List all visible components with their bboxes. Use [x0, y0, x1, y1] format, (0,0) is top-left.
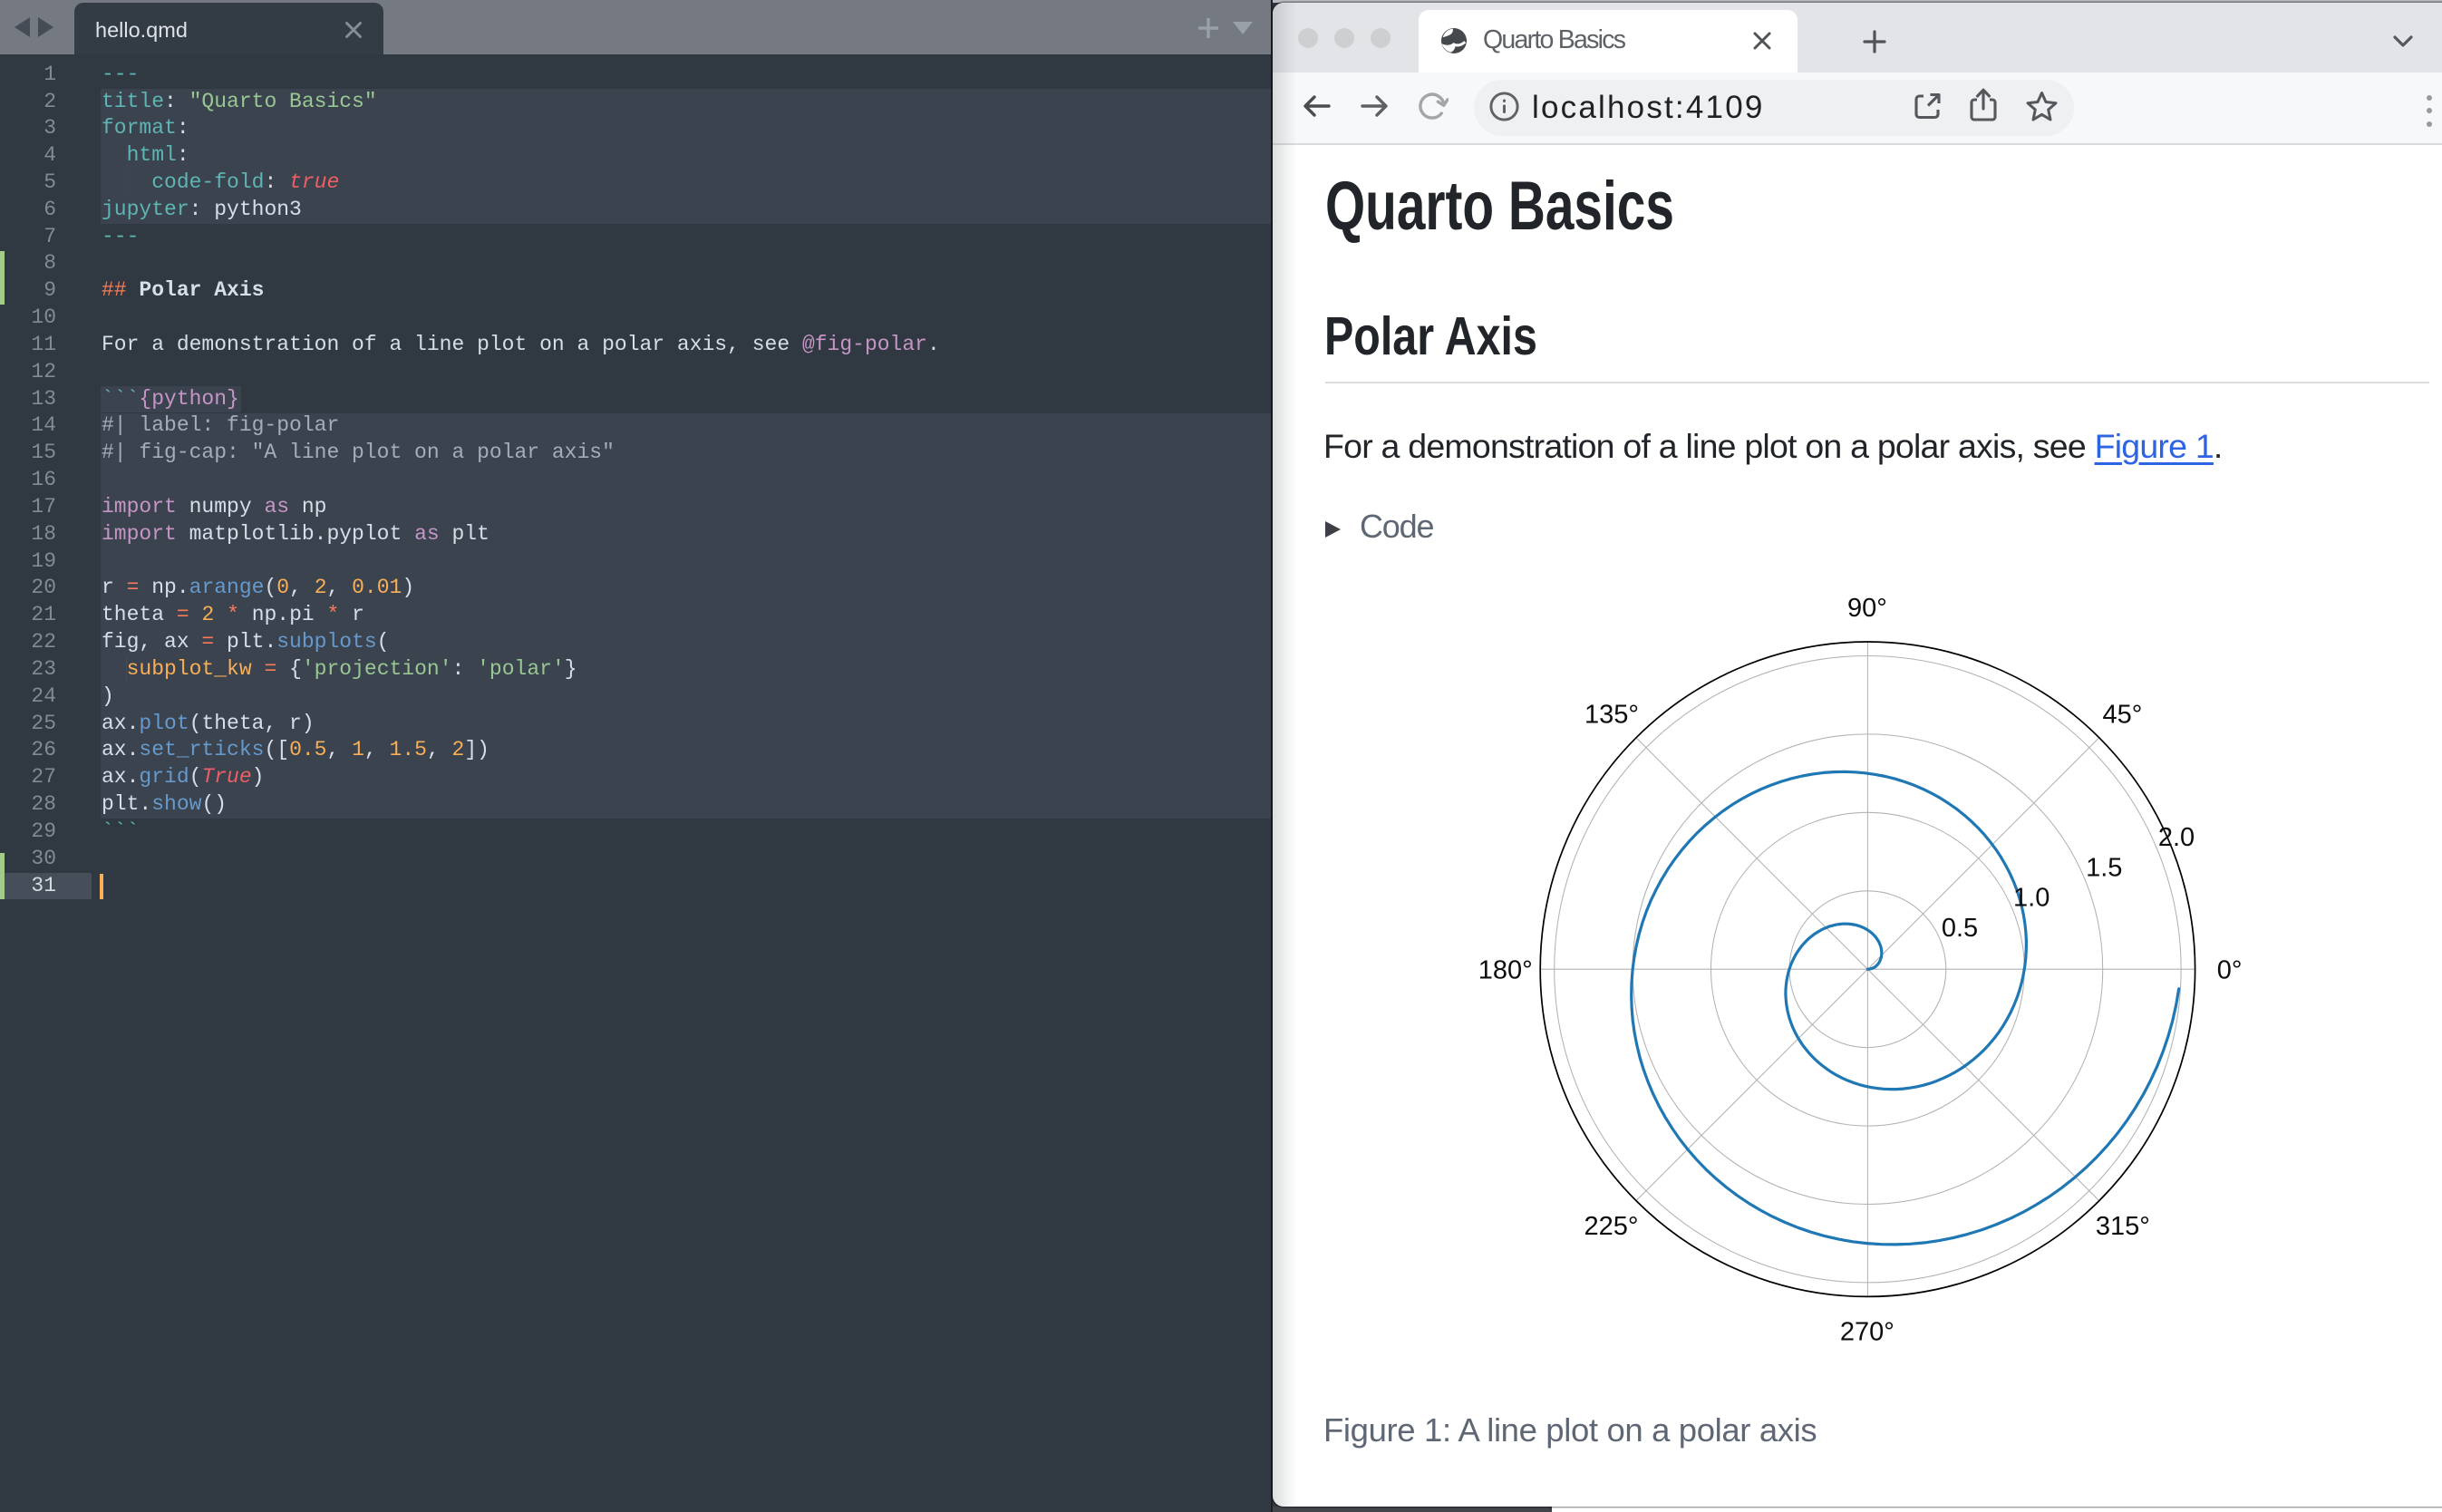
svg-text:0.5: 0.5: [1942, 914, 1978, 943]
svg-text:135°: 135°: [1584, 700, 1639, 729]
svg-text:1.0: 1.0: [2013, 884, 2050, 913]
svg-text:315°: 315°: [2096, 1212, 2150, 1241]
svg-text:0°: 0°: [2217, 956, 2243, 985]
svg-text:270°: 270°: [1840, 1318, 1894, 1347]
svg-text:90°: 90°: [1847, 594, 1887, 623]
svg-text:180°: 180°: [1478, 956, 1533, 985]
svg-text:45°: 45°: [2102, 700, 2142, 729]
svg-text:225°: 225°: [1584, 1212, 1639, 1241]
svg-text:2.0: 2.0: [2158, 823, 2195, 852]
svg-text:1.5: 1.5: [2086, 853, 2122, 882]
